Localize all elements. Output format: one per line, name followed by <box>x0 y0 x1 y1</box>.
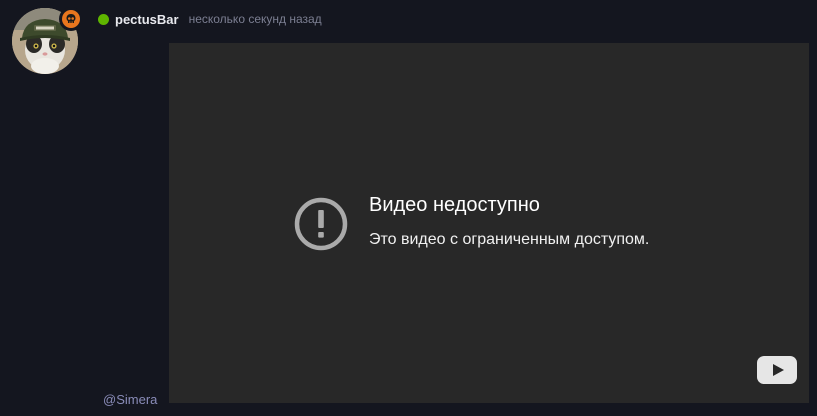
avatar-container[interactable] <box>12 7 83 74</box>
username[interactable]: pectusBar <box>115 12 179 27</box>
user-mention[interactable]: @Simera <box>103 392 157 407</box>
error-title: Видео недоступно <box>369 194 540 216</box>
video-embed[interactable]: Видео недоступно Это видео с ограниченны… <box>169 43 809 403</box>
avatar-badge <box>59 7 83 31</box>
skull-icon <box>62 10 80 28</box>
youtube-play-icon[interactable] <box>757 356 797 384</box>
video-error: Видео недоступно Это видео с ограниченны… <box>293 193 649 252</box>
timestamp: несколько секунд назад <box>188 12 322 26</box>
message-header: pectusBar несколько секунд назад <box>98 10 322 28</box>
error-subtitle: Это видео с ограниченным доступом. <box>369 231 650 248</box>
chat-message: pectusBar несколько секунд назад Видео н… <box>0 0 817 416</box>
alert-icon <box>294 197 348 251</box>
online-status-dot <box>98 13 109 25</box>
error-text: Видео недоступно Это видео с ограниченны… <box>369 193 649 250</box>
